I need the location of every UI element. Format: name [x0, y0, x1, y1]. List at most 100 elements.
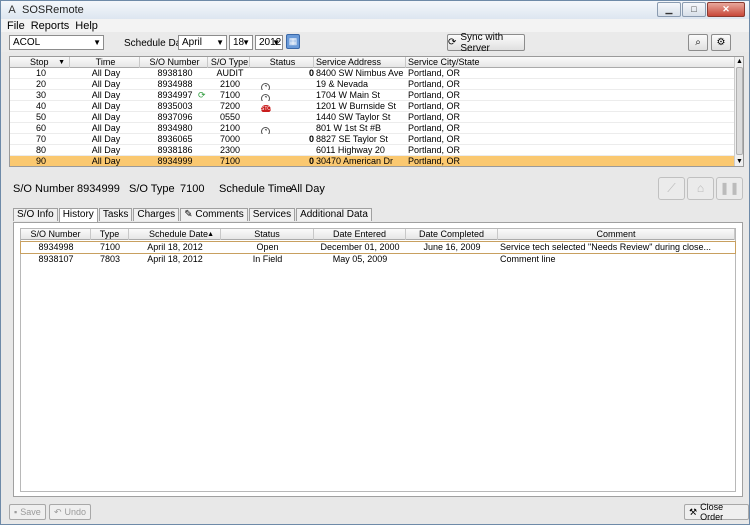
tab-services[interactable]: Services [248, 208, 296, 221]
calendar-button[interactable]: ▦ [286, 34, 300, 49]
stop-sign-icon: STOP [261, 105, 273, 112]
stops-scrollbar[interactable]: ▲ ▼ [734, 57, 743, 166]
title-bar: A SOSRemote ▁ □ ✕ [1, 1, 749, 19]
scroll-down-icon[interactable]: ▼ [735, 157, 743, 166]
month-select[interactable]: April ▼ [178, 35, 227, 50]
col-so-number[interactable]: S/O Number [140, 57, 208, 68]
toolbar [1, 32, 749, 52]
stop-cell-so-type: 7000 [219, 134, 241, 144]
stop-row[interactable]: 20 All Day 8934988 2100 19 & Nevada Portland,… [10, 79, 735, 90]
stop-row[interactable]: 10 All Day 8938180 AUDIT 8400 SW Nimbus Ave P… [10, 68, 735, 79]
col-service-city[interactable]: Service City/State [406, 57, 735, 68]
save-button[interactable]: ▪ Save [9, 504, 46, 520]
stop-cell-so-type: 7200 [219, 101, 241, 111]
sort-up-icon: ▲ [207, 231, 214, 238]
history-row[interactable]: 8934998 7100 April 18, 2012 Open December 01… [20, 241, 736, 254]
year-select[interactable]: 2012 ▼ [255, 35, 283, 50]
route-select[interactable]: ACOL ▼ [9, 35, 104, 50]
history-cell-so-number: 8934998 [38, 242, 74, 252]
route-button[interactable]: ⟋ [658, 177, 685, 200]
history-cell-comment: Service tech selected "Needs Review" dur… [500, 242, 711, 252]
schedule-time-label: Schedule Time [219, 183, 292, 195]
col-hist-comment[interactable]: Comment [498, 229, 735, 240]
stop-cell-city: Portland, OR [408, 156, 461, 166]
stop-row[interactable]: 30 All Day 8934997 7100 1704 W Main St Portla… [10, 90, 735, 101]
find-button[interactable]: ⌕ [688, 34, 708, 51]
stop-cell-city: Portland, OR [408, 79, 461, 89]
menu-file[interactable]: File [7, 20, 25, 32]
undo-button[interactable]: ↶ Undo [49, 504, 92, 520]
stop-cell-so-number: 8935003 [157, 101, 193, 111]
col-so-type[interactable]: S/O Type [208, 57, 250, 68]
tab-comments[interactable]: ✎ Comments [180, 208, 248, 221]
history-cell-schedule-date: April 18, 2012 [147, 254, 203, 264]
col-hist-schedule-date[interactable]: Schedule Date ▲ [129, 229, 221, 240]
comment-icon: ✎ [184, 209, 196, 220]
stop-cell-so-number: 8938180 [157, 68, 193, 78]
history-grid: S/O Number Type Schedule Date ▲ Status Da… [20, 228, 736, 492]
stop-row[interactable]: 60 All Day 8934980 2100 801 W 1st St #B Portl… [10, 123, 735, 134]
history-cell-date-completed [406, 254, 498, 265]
col-hist-status[interactable]: Status [221, 229, 314, 240]
history-panel: S/O Number Type Schedule Date ▲ Status Da… [13, 222, 743, 497]
stop-cell-so-number: 8934988 [157, 79, 193, 89]
stop-row[interactable]: 40 All Day 8935003 7200 1201 W Burnside St Po… [10, 101, 735, 112]
menu-bar: File Reports Help [1, 19, 749, 32]
history-row[interactable]: 8938107 7803 April 18, 2012 In Field May 05,… [21, 254, 735, 265]
tab-charges[interactable]: Charges [133, 208, 180, 221]
paperclip-icon: 0 [309, 134, 315, 144]
stop-cell-stop: 80 [35, 145, 46, 155]
pause-icon: ❚❚ [719, 181, 740, 195]
stop-cell-city: Portland, OR [408, 123, 461, 133]
stop-cell-time: All Day [91, 112, 121, 122]
maximize-button[interactable]: □ [682, 2, 706, 17]
day-select[interactable]: 18 ▼ [229, 35, 253, 50]
close-window-button[interactable]: ✕ [707, 2, 745, 17]
stop-cell-so-type: 2300 [219, 145, 241, 155]
stop-cell-city: Portland, OR [408, 90, 461, 100]
so-type-label: S/O Type [129, 183, 175, 195]
sync-icon: ⟳ [448, 37, 457, 48]
col-hist-so-number[interactable]: S/O Number [21, 229, 91, 240]
stop-row[interactable]: 70 All Day 8936065 7000 8827 SE Taylor St Por… [10, 134, 735, 145]
settings-button[interactable]: ⚙ [711, 34, 731, 51]
stop-cell-stop: 60 [35, 123, 46, 133]
undo-icon: ↶ [54, 506, 62, 517]
stop-cell-address: 6011 Highway 20 [316, 145, 385, 155]
col-stop[interactable]: Stop ▼ [10, 57, 70, 68]
arrive-button[interactable]: ⌂ [687, 177, 714, 200]
close-order-button[interactable]: ⚒ Close Order [684, 502, 749, 522]
stop-row[interactable]: 90 All Day 8934999 7100 30470 American Dr Por… [10, 156, 735, 166]
window-title: SOSRemote [22, 4, 84, 16]
col-hist-date-completed[interactable]: Date Completed [406, 229, 498, 240]
stop-cell-address: 1704 W Main St [316, 90, 381, 100]
sync-button[interactable]: ⟳ Sync with Server [447, 32, 525, 54]
minimize-button[interactable]: ▁ [657, 2, 681, 17]
stop-cell-so-number: 8936065 [157, 134, 193, 144]
scroll-up-icon[interactable]: ▲ [735, 57, 743, 66]
stop-cell-time: All Day [91, 134, 121, 144]
stop-cell-stop: 40 [35, 101, 46, 111]
col-hist-type[interactable]: Type [91, 229, 129, 240]
history-cell-date-entered: May 05, 2009 [332, 254, 388, 264]
app-window: A SOSRemote ▁ □ ✕ File Reports Help ACOL… [0, 0, 750, 525]
scroll-thumb[interactable] [736, 67, 743, 155]
chevron-down-icon: ▼ [93, 38, 101, 47]
stop-row[interactable]: 50 All Day 8937096 0550 1440 SW Taylor St Por… [10, 112, 735, 123]
col-hist-date-entered[interactable]: Date Entered [314, 229, 406, 240]
tab-additional-data[interactable]: Additional Data [296, 208, 372, 221]
col-service-address[interactable]: Service Address [314, 57, 406, 68]
history-cell-date-entered: December 01, 2000 [320, 242, 400, 252]
stop-row[interactable]: 80 All Day 8938186 2300 6011 Highway 20 Portl… [10, 145, 735, 156]
pause-button[interactable]: ❚❚ [716, 177, 743, 200]
menu-reports[interactable]: Reports [31, 20, 70, 32]
stop-cell-address: 1201 W Burnside St [316, 101, 397, 111]
menu-help[interactable]: Help [75, 20, 98, 32]
sort-down-icon: ▼ [58, 59, 65, 66]
tab-so-info[interactable]: S/O Info [13, 208, 58, 221]
tab-tasks[interactable]: Tasks [98, 208, 133, 221]
tab-history[interactable]: History [58, 208, 98, 222]
col-status[interactable]: Status [250, 57, 314, 68]
road-icon: ⟋ [667, 181, 676, 195]
col-time[interactable]: Time [70, 57, 140, 68]
